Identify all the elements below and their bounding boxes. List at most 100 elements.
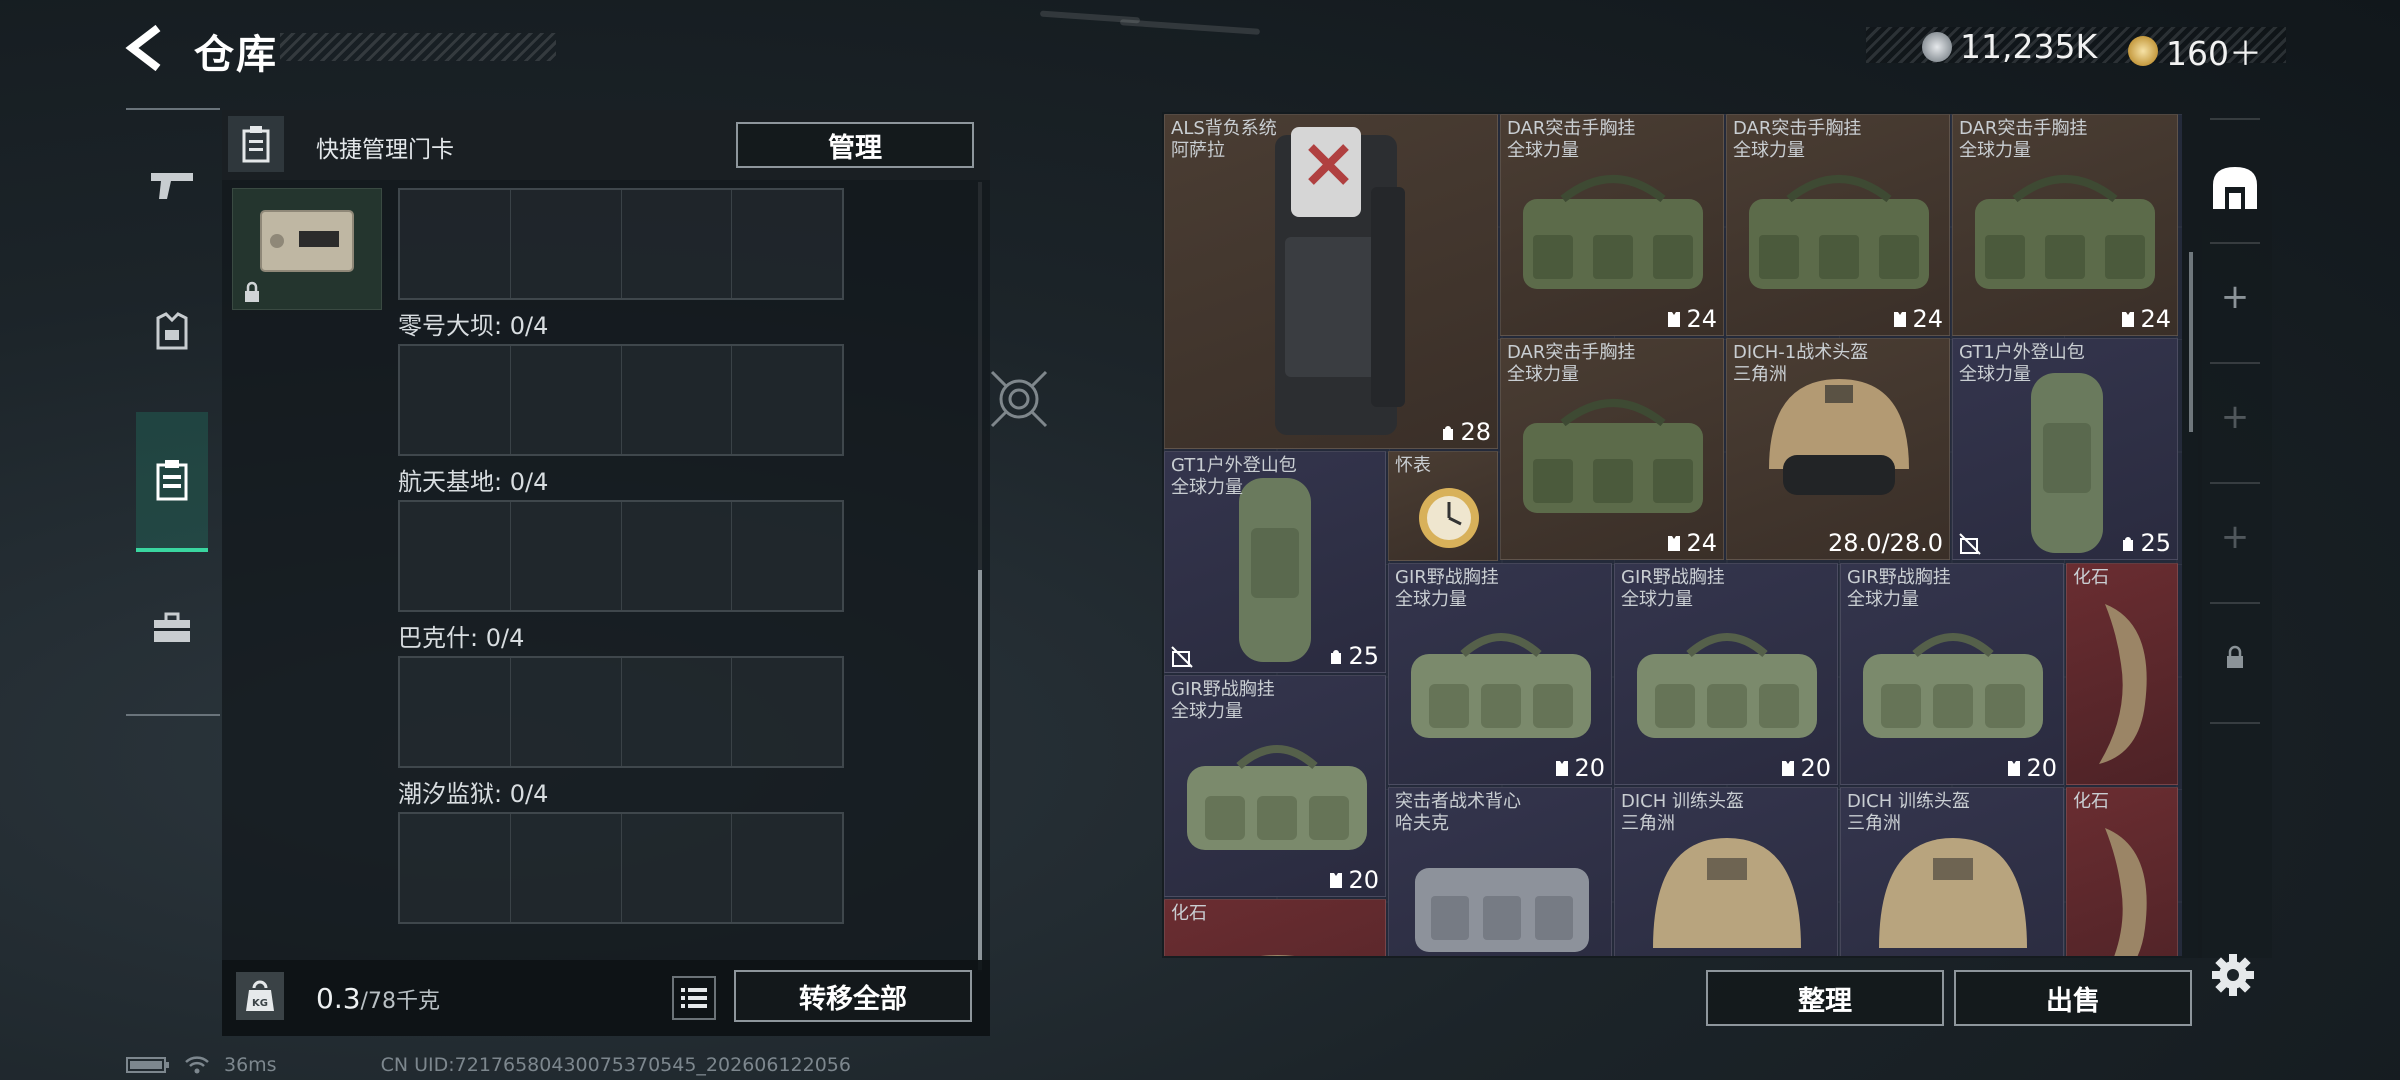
backpack-icon bbox=[1443, 426, 1454, 440]
silver-currency[interactable]: 11,235K bbox=[1922, 27, 2097, 66]
toolbox-icon bbox=[154, 612, 190, 642]
nav-equipment[interactable] bbox=[136, 560, 208, 696]
nav-armor[interactable] bbox=[136, 264, 208, 400]
item-name: GIR野战胸挂 bbox=[1395, 567, 1499, 588]
map-label: 潮汐监狱: 0/4 bbox=[398, 780, 549, 808]
stash-item[interactable]: 化石 bbox=[2066, 787, 2178, 956]
keycard-slot[interactable] bbox=[622, 190, 733, 298]
list-view-button[interactable] bbox=[672, 976, 716, 1020]
stash-item[interactable]: 突击者战术背心 哈夫克 bbox=[1388, 787, 1612, 956]
keycard-slot[interactable] bbox=[400, 814, 511, 922]
item-image-vest bbox=[1523, 399, 1703, 513]
stash-item[interactable]: DICH 训练头盔 三角洲 bbox=[1614, 787, 1838, 956]
stash-item[interactable]: GIR野战胸挂 全球力量 20 bbox=[1388, 563, 1612, 785]
item-subtitle: 全球力量 bbox=[1733, 140, 1805, 161]
stash-item[interactable]: DICH 训练头盔 三角洲 bbox=[1840, 787, 2064, 956]
stash-tab-add[interactable]: + bbox=[2198, 362, 2272, 472]
stash-item[interactable]: ALS背负系统 阿萨拉 28 bbox=[1164, 114, 1498, 449]
item-subtitle: 全球力量 bbox=[1621, 589, 1693, 610]
keycard-slot[interactable] bbox=[511, 814, 622, 922]
title-stripe bbox=[280, 33, 556, 61]
item-capacity: 25 bbox=[1328, 642, 1379, 670]
sell-button[interactable]: 出售 bbox=[1954, 970, 2192, 1026]
page-title: 仓库 bbox=[194, 32, 278, 78]
no-break-icon bbox=[1171, 646, 1193, 668]
stash-tab-main[interactable] bbox=[2198, 132, 2272, 242]
stash-scrollbar[interactable] bbox=[2189, 252, 2193, 432]
weight-icon-text: KG bbox=[252, 998, 268, 1009]
stash-grid: ALS背负系统 阿萨拉 28 DAR突击手胸挂 全球力量 24 DAR突击手胸挂… bbox=[1164, 114, 2182, 956]
item-image-pocket-watch bbox=[1419, 488, 1479, 548]
transfer-all-button[interactable]: 转移全部 bbox=[734, 970, 972, 1022]
keycard-slot[interactable] bbox=[622, 346, 733, 454]
keycard-slots-row bbox=[398, 500, 844, 612]
keycard-slot[interactable] bbox=[511, 346, 622, 454]
stash-item[interactable]: 化石 bbox=[2066, 563, 2178, 785]
item-capacity: 24 bbox=[2120, 305, 2171, 333]
keycard-slot[interactable] bbox=[622, 814, 733, 922]
keycard-slot[interactable] bbox=[622, 502, 733, 610]
stash-item[interactable]: DAR突击手胸挂 全球力量 24 bbox=[1500, 338, 1724, 560]
keycard-slot[interactable] bbox=[511, 190, 622, 298]
keycard-slot[interactable] bbox=[622, 658, 733, 766]
item-name: 化石 bbox=[2073, 791, 2109, 812]
vest-icon bbox=[1330, 873, 1343, 888]
keycard-slot[interactable] bbox=[732, 658, 842, 766]
stash-tab-add[interactable]: + bbox=[2198, 242, 2272, 352]
keycard-slot[interactable] bbox=[511, 658, 622, 766]
stash-tab-add[interactable]: + bbox=[2198, 482, 2272, 592]
stash-item[interactable]: DAR突击手胸挂 全球力量 24 bbox=[1726, 114, 1950, 336]
settings-button[interactable] bbox=[2210, 952, 2256, 998]
stash-item[interactable]: DAR突击手胸挂 全球力量 24 bbox=[1500, 114, 1724, 336]
item-capacity-value: 24 bbox=[1686, 305, 1717, 333]
stash-panel: ALS背负系统 阿萨拉 28 DAR突击手胸挂 全球力量 24 DAR突击手胸挂… bbox=[1162, 112, 2202, 958]
item-name: DAR突击手胸挂 bbox=[1507, 342, 1636, 363]
item-capacity-value: 25 bbox=[2140, 529, 2171, 557]
keycard-slot[interactable] bbox=[732, 190, 842, 298]
vest-icon bbox=[1556, 761, 1569, 776]
item-image-fossil bbox=[2105, 828, 2147, 956]
item-subtitle: 三角洲 bbox=[1847, 813, 1901, 834]
keycard-slots-row bbox=[398, 344, 844, 456]
keycard-slot[interactable] bbox=[732, 814, 842, 922]
item-image-vest bbox=[1415, 868, 1589, 952]
keycard-slot[interactable] bbox=[400, 502, 511, 610]
item-capacity-value: 25 bbox=[1348, 642, 1379, 670]
stash-item[interactable]: DAR突击手胸挂 全球力量 24 bbox=[1952, 114, 2178, 336]
crosshair-icon[interactable] bbox=[986, 366, 1052, 432]
item-subtitle: 全球力量 bbox=[1959, 364, 2031, 385]
item-subtitle: 全球力量 bbox=[1171, 701, 1243, 722]
stash-item[interactable]: GT1户外登山包 全球力量 25 bbox=[1164, 451, 1386, 673]
panel-scrollbar[interactable] bbox=[978, 570, 982, 970]
list-icon bbox=[681, 988, 707, 1008]
keycard-slot[interactable] bbox=[732, 346, 842, 454]
item-name: 怀表 bbox=[1395, 455, 1431, 476]
stash-item[interactable]: GIR野战胸挂 全球力量 20 bbox=[1164, 675, 1386, 897]
keycard-slot[interactable] bbox=[732, 502, 842, 610]
keycard-slot[interactable] bbox=[400, 658, 511, 766]
nav-weapons[interactable] bbox=[136, 118, 208, 254]
item-subtitle: 阿萨拉 bbox=[1171, 140, 1225, 161]
gold-currency[interactable]: 160＋ bbox=[2128, 27, 2262, 75]
stash-item[interactable]: GIR野战胸挂 全球力量 20 bbox=[1840, 563, 2064, 785]
nav-keycards[interactable] bbox=[136, 412, 208, 552]
keycard-slot[interactable] bbox=[400, 346, 511, 454]
uid-text: CN UID:72176580430075370545_202606122056 bbox=[380, 1054, 851, 1076]
keycard-slot[interactable] bbox=[511, 502, 622, 610]
stash-item[interactable]: DICH-1战术头盔 三角洲 28.0/28.0 bbox=[1726, 338, 1950, 560]
stash-item[interactable]: 怀表 bbox=[1388, 451, 1498, 561]
stash-item[interactable]: GT1户外登山包 全球力量 25 bbox=[1952, 338, 2178, 560]
keycard-slot[interactable] bbox=[400, 190, 511, 298]
item-name: GIR野战胸挂 bbox=[1621, 567, 1725, 588]
item-capacity: 20 bbox=[1328, 866, 1379, 894]
item-capacity: 24 bbox=[1666, 529, 1717, 557]
manage-button[interactable]: 管理 bbox=[736, 122, 974, 168]
stash-item[interactable]: 化石 bbox=[1164, 899, 1386, 956]
item-capacity-value: 24 bbox=[2140, 305, 2171, 333]
keycard-thumbnail[interactable] bbox=[232, 188, 382, 310]
stash-item[interactable]: GIR野战胸挂 全球力量 20 bbox=[1614, 563, 1838, 785]
lock-icon bbox=[245, 281, 259, 302]
back-button[interactable] bbox=[124, 24, 172, 72]
organize-button[interactable]: 整理 bbox=[1706, 970, 1944, 1026]
stash-tab-locked[interactable] bbox=[2198, 602, 2272, 712]
